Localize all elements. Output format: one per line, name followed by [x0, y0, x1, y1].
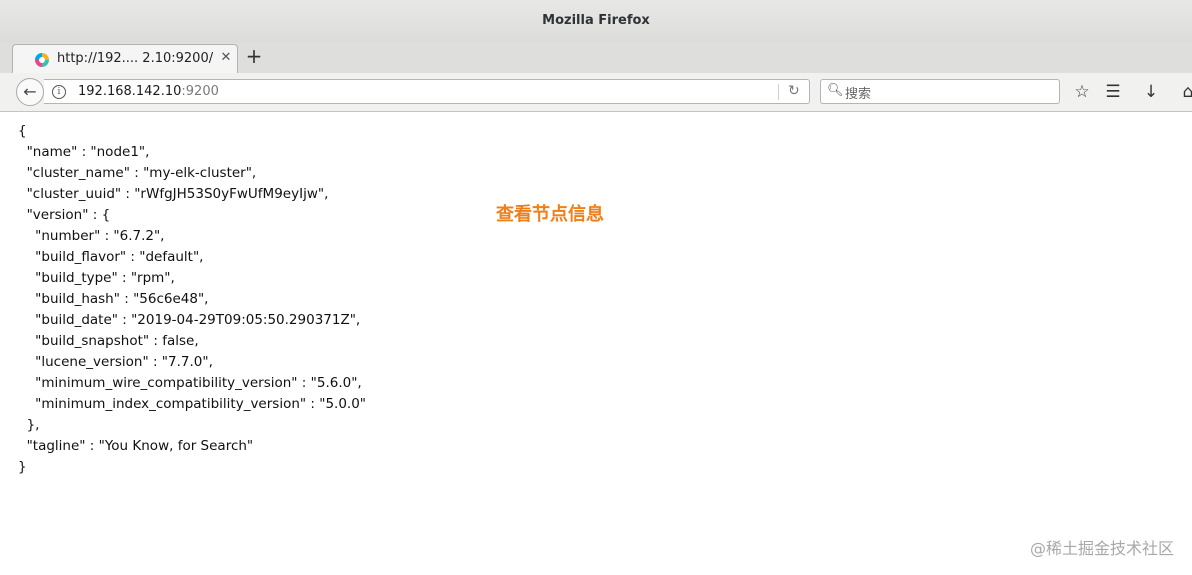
reload-icon[interactable]: ↻ — [788, 83, 800, 99]
url-separator — [778, 84, 779, 100]
tab-title: http://192.... 2.10:9200/ — [57, 51, 214, 66]
tab-elasticsearch[interactable]: http://192.... 2.10:9200/ ✕ — [12, 44, 238, 73]
url-port: :9200 — [181, 84, 219, 99]
back-arrow-icon: ← — [23, 82, 37, 101]
search-box[interactable]: 🔍︎ 搜索 — [820, 79, 1060, 104]
window-title: Mozilla Firefox — [542, 13, 650, 28]
site-info-icon[interactable]: i — [52, 85, 66, 99]
search-icon: 🔍︎ — [827, 83, 844, 98]
downloads-icon[interactable]: ↓ — [1141, 82, 1161, 102]
back-button[interactable]: ← — [16, 78, 44, 106]
bookmark-star-icon[interactable]: ☆ — [1072, 82, 1092, 102]
watermark: @稀土掘金技术社区 — [1029, 539, 1174, 558]
tab-strip: http://192.... 2.10:9200/ ✕ — [0, 42, 1192, 74]
url-host: 192.168.142.10 — [78, 84, 182, 99]
navigation-toolbar: ← i 192.168.142.10:9200 ↻ 🔍︎ 搜索 ☆ ☰ ↓ ⌂ — [0, 73, 1192, 112]
url-bar[interactable]: i 192.168.142.10:9200 ↻ — [44, 79, 810, 104]
reading-list-icon[interactable]: ☰ — [1103, 82, 1123, 102]
window-titlebar: Mozilla Firefox — [0, 0, 1192, 43]
json-response: { "name" : "node1", "cluster_name" : "my… — [18, 123, 367, 475]
home-icon[interactable]: ⌂ — [1178, 82, 1192, 102]
node-info-annotation: 查看节点信息 — [496, 204, 604, 225]
search-placeholder: 搜索 — [845, 87, 872, 102]
page-content: { "name" : "node1", "cluster_name" : "my… — [0, 112, 1192, 575]
elasticsearch-favicon-icon — [35, 53, 49, 67]
url-text[interactable]: 192.168.142.10:9200 — [78, 84, 219, 99]
close-tab-icon[interactable]: ✕ — [217, 49, 235, 67]
new-tab-button[interactable]: + — [244, 46, 264, 66]
